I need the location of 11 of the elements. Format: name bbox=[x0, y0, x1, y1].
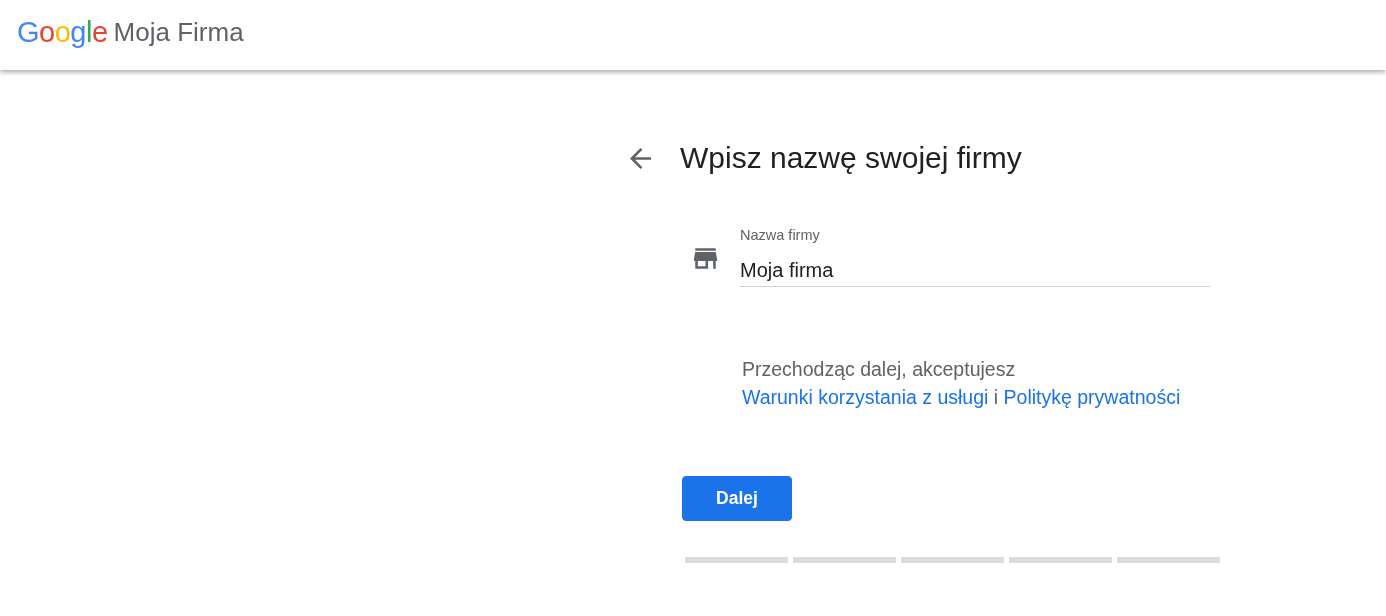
policy-link[interactable]: Warunki korzystania z usługi bbox=[742, 385, 989, 408]
business-name-field[interactable]: Moja firma bbox=[740, 257, 1210, 287]
page-title: Wpisz nazwę swojej firmy bbox=[680, 140, 1022, 176]
terms-text: Przechodząc dalej, akceptujesz Warunki korzystania z usługi i Politykę prywatności bbox=[742, 356, 1182, 410]
logo-text[interactable]: Google bbox=[17, 17, 108, 47]
back-arrow-icon[interactable] bbox=[630, 147, 651, 169]
product-name: Moja Firma bbox=[113, 19, 244, 45]
field-label: Nazwa firmy bbox=[740, 228, 821, 244]
policy-link[interactable]: Politykę prywatności bbox=[1003, 385, 1181, 408]
next-button[interactable]: Dalej bbox=[682, 475, 792, 521]
store-icon bbox=[694, 248, 717, 269]
